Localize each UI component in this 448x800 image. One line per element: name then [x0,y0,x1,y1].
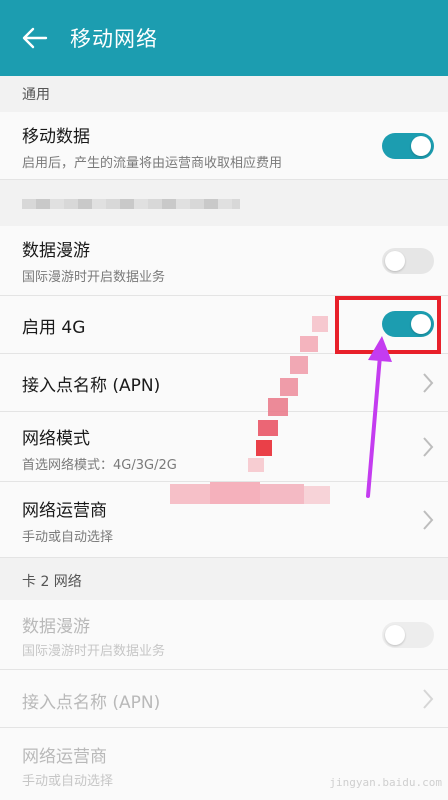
annotation-arrow [366,336,392,498]
watermark: jingyan.baidu.com [329,776,442,789]
pixelated-scribble [170,316,330,504]
annotation-overlay [170,316,392,504]
